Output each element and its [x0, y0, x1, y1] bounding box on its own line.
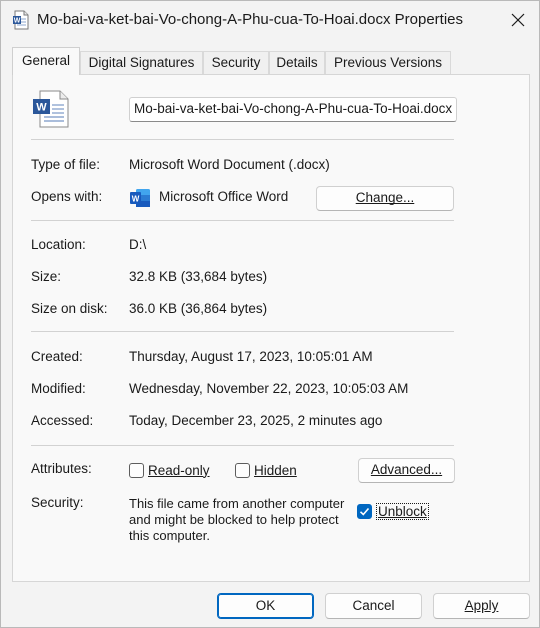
separator: [31, 139, 454, 140]
close-icon: [511, 13, 525, 27]
created-label: Created:: [31, 349, 83, 364]
modified-label: Modified:: [31, 381, 86, 396]
size-value: 32.8 KB (33,684 bytes): [129, 269, 268, 284]
readonly-checkbox[interactable]: Read-only: [129, 461, 210, 479]
hidden-checkbox[interactable]: Hidden: [235, 461, 297, 479]
size-on-disk-label: Size on disk:: [31, 301, 108, 316]
svg-text:W: W: [14, 18, 21, 25]
word-app-icon: W: [130, 189, 150, 207]
unblock-label: Unblock: [376, 502, 429, 520]
size-label: Size:: [31, 269, 62, 284]
size-on-disk-value: 36.0 KB (36,864 bytes): [129, 301, 268, 316]
type-of-file-label: Type of file:: [31, 157, 101, 172]
attributes-label: Attributes:: [31, 461, 92, 476]
security-label: Security:: [31, 495, 84, 510]
title-bar: W Mo-bai-va-ket-bai-Vo-chong-A-Phu-cua-T…: [1, 1, 539, 39]
advanced-button[interactable]: Advanced...: [358, 458, 455, 483]
window-title: Mo-bai-va-ket-bai-Vo-chong-A-Phu-cua-To-…: [37, 11, 464, 28]
hidden-label: Hidden: [254, 462, 297, 478]
cancel-button[interactable]: Cancel: [325, 593, 422, 619]
readonly-label: Read-only: [148, 462, 210, 478]
modified-value: Wednesday, November 22, 2023, 10:05:03 A…: [129, 381, 409, 396]
location-value: D:\: [129, 237, 147, 252]
readonly-checkbox-box[interactable]: [129, 462, 144, 478]
checkmark-icon: [359, 507, 370, 516]
word-document-large-icon: W: [33, 90, 69, 128]
unblock-checkbox[interactable]: Unblock: [357, 502, 429, 520]
word-document-icon: W: [13, 10, 29, 30]
tab-general[interactable]: General: [12, 47, 80, 75]
type-of-file-value: Microsoft Word Document (.docx): [129, 157, 330, 172]
security-message: This file came from another computer and…: [129, 496, 345, 543]
tab-security[interactable]: Security: [203, 51, 269, 75]
svg-text:W: W: [36, 102, 47, 114]
change-button-label: Change...: [355, 190, 415, 205]
ok-button[interactable]: OK: [217, 593, 314, 619]
tab-details[interactable]: Details: [269, 51, 325, 75]
unblock-checkbox-box[interactable]: [357, 503, 372, 519]
tab-previous-versions[interactable]: Previous Versions: [325, 51, 451, 75]
apply-button-label: Apply: [464, 598, 499, 613]
close-button[interactable]: [495, 1, 540, 39]
tab-digital-signatures[interactable]: Digital Signatures: [80, 51, 203, 75]
apply-button[interactable]: Apply: [433, 593, 530, 619]
svg-text:W: W: [132, 195, 140, 204]
separator: [31, 331, 454, 332]
accessed-label: Accessed:: [31, 413, 94, 428]
separator: [31, 445, 454, 446]
general-panel: W Mo-bai-va-ket-bai-Vo-chong-A-Phu-cua-T…: [12, 74, 530, 582]
opens-with-label: Opens with:: [31, 189, 103, 204]
advanced-button-label: Advanced...: [370, 462, 443, 477]
properties-dialog: W Mo-bai-va-ket-bai-Vo-chong-A-Phu-cua-T…: [0, 0, 540, 628]
change-button[interactable]: Change...: [316, 186, 454, 211]
filename-field[interactable]: Mo-bai-va-ket-bai-Vo-chong-A-Phu-cua-To-…: [129, 97, 457, 122]
location-label: Location:: [31, 237, 86, 252]
created-value: Thursday, August 17, 2023, 10:05:01 AM: [129, 349, 373, 364]
opens-with-value: Microsoft Office Word: [159, 189, 289, 204]
accessed-value: Today, December 23, 2025, 2 minutes ago: [129, 413, 383, 428]
hidden-checkbox-box[interactable]: [235, 462, 250, 478]
separator: [31, 220, 454, 221]
